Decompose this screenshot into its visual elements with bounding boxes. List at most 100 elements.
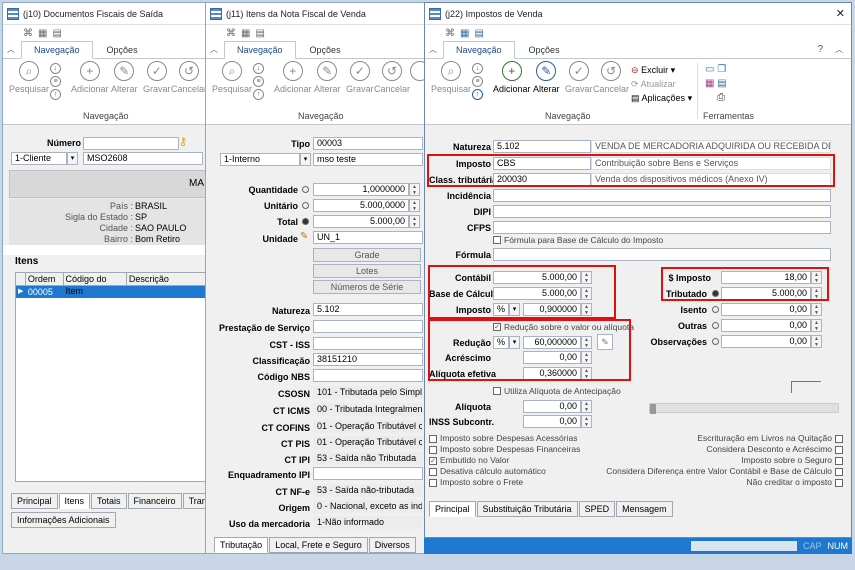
grade-button[interactable]: Grade (313, 248, 421, 262)
ct-pis-value[interactable]: 01 - Operação Tributável com (313, 436, 423, 449)
list-icon[interactable]: ≡ (50, 76, 61, 87)
diferenca-valor-checkbox[interactable]: Considera Diferença entre Valor Contábil… (606, 466, 843, 477)
tab-navegacao[interactable]: Navegação (224, 41, 296, 59)
arrow-up-icon[interactable]: ↑ (472, 89, 483, 100)
tab-local-frete-seguro[interactable]: Local, Frete e Seguro (269, 537, 368, 553)
tab-navegacao[interactable]: Navegação (443, 41, 515, 59)
arrow-down-icon[interactable]: ↓ (253, 63, 264, 74)
alterar-button[interactable]: ✎ Alterar (533, 61, 560, 94)
total-radio[interactable] (302, 218, 309, 225)
arrow-up-icon[interactable]: ↑ (50, 89, 61, 100)
embutido-valor-checkbox[interactable]: ✓ Embutido no Valor (429, 455, 580, 466)
help-icon[interactable]: ? (817, 44, 823, 55)
tab-informacoes-adicionais[interactable]: Informações Adicionais (11, 512, 116, 528)
atualizar-button[interactable]: ⟳ Atualizar (631, 77, 692, 91)
tab-itens[interactable]: Itens (58, 493, 91, 509)
slider-thumb[interactable] (650, 404, 656, 414)
calendar-icon[interactable]: ▦ (705, 78, 714, 89)
document-icon[interactable]: ▤ (717, 78, 726, 89)
tab-financeiro[interactable]: Financeiro (127, 493, 182, 509)
printer-icon[interactable]: ⎙ (717, 92, 725, 103)
grid-icon[interactable]: ▤ (52, 28, 61, 39)
ct-nfe-value[interactable]: 53 - Saída não-tributada (313, 484, 423, 497)
quantidade-input[interactable]: 1,0000000 (313, 183, 409, 196)
inss-input[interactable]: 0,00 (523, 415, 581, 428)
tab-navegacao[interactable]: Navegação (21, 41, 93, 59)
tab-principal[interactable]: Principal (11, 493, 58, 509)
close-icon[interactable]: ✕ (836, 7, 845, 20)
outras-input[interactable]: 0,00 (721, 319, 811, 332)
spinner[interactable]: ▲ ▼ (409, 215, 420, 228)
spinner[interactable]: ▲ ▼ (581, 400, 592, 413)
aplicacoes-button[interactable]: ▤ Aplicações ▾ (631, 91, 692, 105)
key-icon[interactable]: ⚷ (179, 135, 187, 148)
pencil-icon[interactable]: ✎ (300, 231, 308, 242)
classificacao-input[interactable]: 38151210 (313, 353, 423, 366)
incidencia-input[interactable] (493, 189, 831, 202)
arrow-down-icon[interactable]: ↓ (472, 63, 483, 74)
itens-grid[interactable]: Ordem Código do Item Descrição ▶ 00005 (15, 272, 205, 482)
calendar-icon[interactable]: ▦ (460, 28, 469, 39)
cfps-input[interactable] (493, 221, 831, 234)
ct-icms-value[interactable]: 00 - Tributada Integralmente (313, 403, 423, 416)
isento-radio[interactable] (712, 306, 719, 313)
tab-totais[interactable]: Totais (91, 493, 127, 509)
copy-icon[interactable]: ❐ (717, 64, 726, 75)
nbs-input[interactable] (313, 369, 423, 382)
numero-input[interactable] (83, 137, 179, 150)
unitario-input[interactable]: 5.000,0000 (313, 199, 409, 212)
tab-opcoes[interactable]: Opções (517, 42, 572, 58)
gravar-button[interactable]: ✓ Gravar (143, 61, 171, 94)
gravar-button[interactable]: ✓ Gravar (346, 61, 374, 94)
aliquota-input[interactable]: 0,00 (523, 400, 581, 413)
desconto-acrescimo-checkbox[interactable]: Considera Desconto e Acréscimo (606, 444, 843, 455)
grid-icon[interactable]: ▤ (255, 28, 264, 39)
observacoes-input[interactable]: 0,00 (721, 335, 811, 348)
imposto-seguro-checkbox[interactable]: Imposto sobre o Seguro (606, 455, 843, 466)
collapse-icon[interactable]: ︿ (7, 44, 19, 58)
tipo-input[interactable]: 00003 (313, 137, 423, 150)
chevron-up-icon[interactable]: ︿ (835, 44, 843, 55)
chevron-down-icon[interactable]: ▾ (67, 152, 78, 165)
numero-doc-input[interactable]: MSO2608 (83, 152, 203, 165)
antecipacao-checkbox[interactable]: Utiliza Alíquota de Antecipação (493, 386, 621, 396)
natureza-input[interactable]: 5.102 (493, 140, 591, 153)
tab-sped[interactable]: SPED (578, 501, 616, 517)
formula-checkbox[interactable]: Fórmula para Base de Cálculo do Imposto (493, 235, 663, 245)
table-row[interactable]: ▶ 00005 (16, 286, 205, 298)
alterar-button[interactable]: ✎ Alterar (314, 61, 341, 94)
origem-value[interactable]: 0 - Nacional, exceto as indicad (313, 500, 423, 513)
unitario-radio[interactable] (302, 202, 309, 209)
numeros-serie-button[interactable]: Números de Série (313, 280, 421, 294)
pesquisar-button[interactable]: ⌕ Pesquisar (9, 61, 49, 94)
tab-substituicao-tributaria[interactable]: Substituição Tributária (476, 501, 578, 517)
escrituracao-checkbox[interactable]: Escrituração em Livros na Quitação (606, 433, 843, 444)
arrow-down-icon[interactable]: ↓ (50, 63, 61, 74)
desativa-calculo-checkbox[interactable]: Desativa cálculo automático (429, 466, 580, 477)
pin-icon[interactable]: ⌘ (226, 28, 236, 39)
spinner[interactable]: ▲ ▼ (409, 199, 420, 212)
tab-transporte[interactable]: Transpo (182, 493, 205, 509)
tab-tributacao[interactable]: Tributação (214, 537, 269, 553)
lotes-button[interactable]: Lotes (313, 264, 421, 278)
tipo-cliente-select[interactable]: 1-Cliente (11, 152, 67, 165)
despesas-financeiras-checkbox[interactable]: Imposto sobre Despesas Financeiras (429, 444, 580, 455)
tab-principal[interactable]: Principal (429, 501, 476, 517)
tab-opcoes[interactable]: Opções (95, 42, 150, 58)
interno-select[interactable]: 1-Interno (220, 153, 300, 166)
uso-mercadoria-value[interactable]: 1-Não informado (313, 516, 423, 529)
chevron-down-icon[interactable]: ▾ (300, 153, 311, 166)
csosn-value[interactable]: 101 - Tributada pelo Simples N (313, 386, 423, 399)
adicionar-button[interactable]: + Adicionar (493, 61, 531, 94)
ct-ipi-value[interactable]: 53 - Saída não Tributada (313, 452, 423, 465)
isento-input[interactable]: 0,00 (721, 303, 811, 316)
spinner[interactable]: ▲ ▼ (811, 303, 822, 316)
spinner[interactable]: ▲ ▼ (581, 415, 592, 428)
adicionar-button[interactable]: + Adicionar (71, 61, 109, 94)
pesquisar-button[interactable]: ⌕ Pesquisar (431, 61, 471, 94)
ct-cofins-value[interactable]: 01 - Operação Tributável com (313, 420, 423, 433)
collapse-icon[interactable]: ︿ (210, 44, 222, 58)
spinner[interactable]: ▲ ▼ (409, 183, 420, 196)
tab-mensagem[interactable]: Mensagem (616, 501, 673, 517)
enquadramento-input[interactable] (313, 467, 423, 480)
